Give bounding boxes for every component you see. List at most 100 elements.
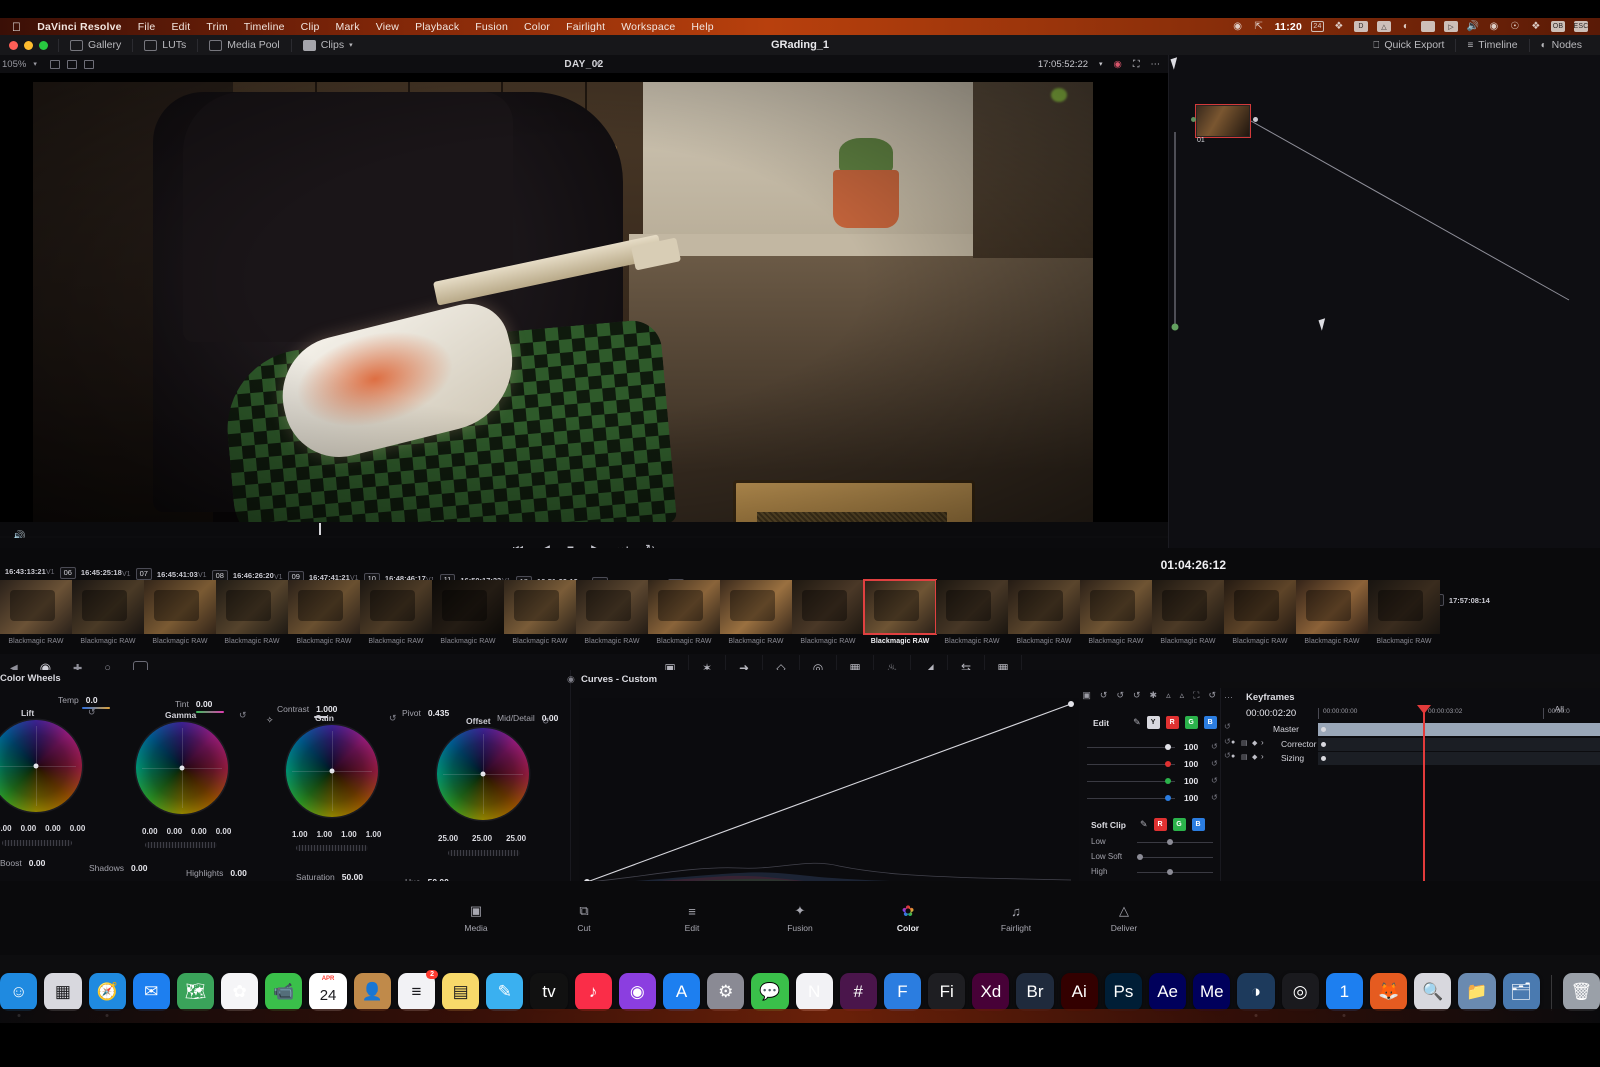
page-tab-edit[interactable]: ≡ Edit [660,904,724,933]
dock-item-reminders[interactable]: ≡ 2 [397,970,438,1011]
curve-edit-controls[interactable]: Edit ✎ Y R G B 100 ↺ 100 ↺ 100 ↺ 100 ↺ S… [1085,698,1220,898]
sizing-thumb-icon[interactable]: ▤ [1241,753,1248,761]
wheel-reset-gain-icon[interactable]: ↺ [389,713,397,724]
gain-b[interactable]: 1.00 [366,830,382,839]
timeline-thumbnail[interactable]: Blackmagic RAW [1368,580,1440,654]
node-input-port[interactable] [1191,117,1196,122]
curve-b-slider[interactable] [1087,798,1175,799]
page-tab-cut[interactable]: ⧉ Cut [552,903,616,933]
param-tint-value[interactable]: 0.00 [196,699,213,709]
soft-clip-low-slider[interactable] [1137,842,1213,843]
offset-g[interactable]: 25.00 [472,834,492,843]
dock-item-maps[interactable]: 🗺 [176,973,215,1011]
dock-item-adobe-xd[interactable]: Xd [972,973,1010,1011]
menu-item-mark[interactable]: Mark [328,21,368,33]
dock-item-adobe-after-effects[interactable]: Ae [1149,973,1187,1011]
dock-item-appletv[interactable]: tv [530,973,568,1011]
timeline-thumbnail[interactable]: Blackmagic RAW [288,580,360,654]
gamma-y[interactable]: 0.00 [142,827,158,836]
window-controls[interactable] [0,40,48,50]
timeline-clip-number[interactable]: 07 [135,568,152,581]
dock-item-finder[interactable]: ☺ [0,973,38,1017]
cleanmymac-icon[interactable]: △ [1377,21,1391,32]
gamma-r[interactable]: 0.00 [167,827,183,836]
dock-item-music[interactable]: ♪ [574,973,612,1011]
menu-item-timeline[interactable]: Timeline [236,21,293,33]
dock-item-capture-one[interactable]: ◎ [1281,973,1319,1011]
menu-item-fairlight[interactable]: Fairlight [558,21,613,33]
siri-icon[interactable]: ☉ [1509,21,1521,33]
keyframe-marker[interactable] [1321,727,1326,732]
menu-item-color[interactable]: Color [516,21,558,33]
minimize-window-button[interactable] [24,40,33,50]
soft-clip-low-knob[interactable] [1167,839,1173,845]
dock-item-framer[interactable]: F [883,973,922,1011]
corrector1-expand-icon[interactable]: › [1261,738,1264,747]
screen-recording-icon[interactable]: ◉ [1232,21,1244,33]
dock-item-calendar[interactable]: 24 APR [309,973,347,1011]
gain-y[interactable]: 1.00 [292,830,308,839]
channel-g-button[interactable]: G [1184,716,1198,729]
menu-app-name[interactable]: DaVinci Resolve [29,21,130,33]
dock-item-adobe-bridge[interactable]: Br [1016,973,1054,1011]
dock-item-firefox[interactable]: 🦊 [1369,973,1408,1011]
wheel-gain[interactable] [286,725,378,817]
lift-r[interactable]: 0.00 [21,824,37,833]
viewer-scrubber[interactable] [0,522,1168,536]
wheel-gamma-handle[interactable] [179,765,185,771]
page-tab-deliver[interactable]: △ Deliver [1092,903,1156,933]
dock-item-one-app[interactable]: 1 [1325,973,1363,1017]
menu-item-workspace[interactable]: Workspace [613,21,683,33]
dock-item-notes[interactable]: ▤ [442,973,480,1011]
dock-item-davinci-resolve[interactable]: ◑ [1237,973,1275,1017]
dock-item-contacts[interactable]: 👤 [353,973,391,1011]
wheel-offset[interactable] [437,728,529,820]
dock-item-adobe-illustrator[interactable]: Ai [1060,973,1098,1011]
node-corrector-01[interactable] [1195,104,1251,138]
wheel-reset-gamma-icon[interactable]: ↺ [239,710,247,721]
curve-r-value[interactable]: 100 [1184,759,1198,769]
timeline-thumbnail[interactable]: Blackmagic RAW [504,580,576,654]
menu-item-edit[interactable]: Edit [163,21,198,33]
page-navigation[interactable]: ▣ Media ⧉ Cut ≡ Edit ✦ Fusion ✿ Color ♫ Fairlight △ D… [0,896,1600,940]
param-boost[interactable]: Boost 0.00 [0,858,45,868]
timeline-thumbnail[interactable]: Blackmagic RAW [0,580,72,654]
dock-item-messages[interactable]: 💬 [751,973,789,1011]
wheel-lift[interactable] [0,720,82,812]
timeline-thumbnail[interactable]: Blackmagic RAW [792,580,864,654]
timeline-clip-timecode[interactable]: V10516:43:13:21 [0,565,46,577]
menu-item-clip[interactable]: Clip [293,21,328,33]
macos-dock[interactable]: ☺ ▦ 🧭 ✉ 🗺 ✿ 📹 24 APR 👤 ≡ 2 ▤ ✎ tv ♪ ◉ A ⚙ 💬 N # F Fi Xd Br Ai Ps Ae M… [0,955,1600,1017]
wheel-gain-master-slider[interactable] [296,845,368,851]
keyframes-options-icon[interactable]: ⋯ [1224,692,1233,703]
keyframes-master-reset-icon[interactable]: ↺ [1224,722,1231,731]
dock-item-safari[interactable]: 🧭 [88,973,126,1017]
timeline-thumbnail[interactable]: Blackmagic RAW [1080,580,1152,654]
close-window-button[interactable] [9,40,18,50]
gamma-g[interactable]: 0.00 [191,827,207,836]
keyframes-track-sizing-lane[interactable] [1318,752,1600,765]
curves-panel-icon[interactable]: ◉ [567,674,575,685]
wheel-reset-lift-icon[interactable]: ↺ [88,707,96,718]
timeline-thumbnail[interactable]: Blackmagic RAW [216,580,288,654]
media-pool-button[interactable]: Media Pool [198,39,291,51]
offset-r[interactable]: 25.00 [438,834,458,843]
dock-item-notion[interactable]: N [795,973,833,1011]
keyframes-playhead[interactable] [1423,706,1425,901]
wheel-reset-offset-icon[interactable]: ↺ [542,716,550,727]
channel-r-button[interactable]: R [1165,716,1179,729]
menu-item-trim[interactable]: Trim [198,21,235,33]
sizing-expand-icon[interactable]: › [1261,752,1264,761]
chevron-down-icon[interactable]: ▾ [349,41,353,49]
menu-item-help[interactable]: Help [683,21,721,33]
gallery-button[interactable]: Gallery [59,39,132,51]
dock-item-adobe-media-encoder[interactable]: Me [1193,973,1231,1011]
timeline-thumbnail[interactable]: Blackmagic RAW [648,580,720,654]
curve-g-slider[interactable] [1087,781,1175,782]
keyframes-ruler[interactable]: 00:00:00:00 00:00:03:02 00:00:0 [1318,708,1600,721]
apple-logo-icon[interactable]:  [6,20,29,34]
curve-b-reset-icon[interactable]: ↺ [1211,793,1218,802]
curve-g-knob[interactable] [1165,778,1171,784]
page-tab-fusion[interactable]: ✦ Fusion [768,903,832,933]
chevron-down-icon[interactable]: ▾ [596,59,600,68]
